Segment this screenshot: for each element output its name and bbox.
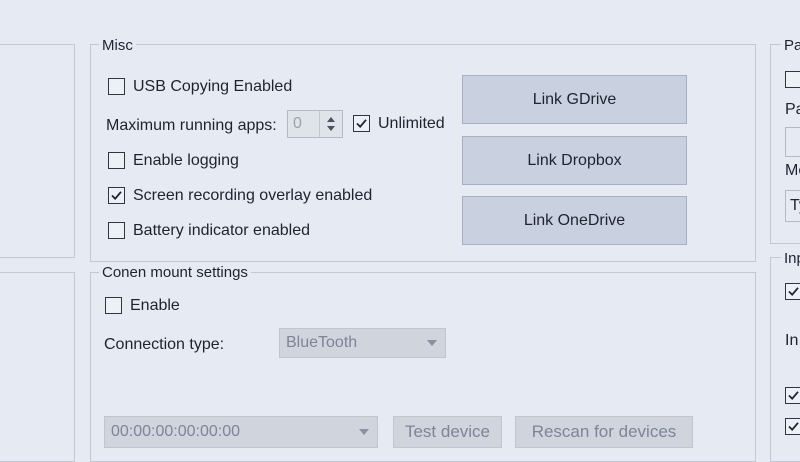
max-running-apps-label: Maximum running apps: — [106, 117, 277, 134]
spin-down-icon[interactable] — [327, 126, 335, 131]
check-icon — [356, 119, 367, 129]
device-address-select[interactable]: 00:00:00:00:00:00 — [104, 416, 378, 448]
connection-type-label: Connection type: — [104, 336, 225, 353]
conen-enable-checkbox[interactable] — [105, 297, 122, 314]
right-partial-field-text: Ty — [790, 197, 800, 214]
right-partial-checkbox-1[interactable] — [785, 71, 800, 88]
battery-indicator-checkbox[interactable] — [108, 222, 125, 239]
check-icon — [111, 191, 122, 201]
right-partial-label-2: Pa — [785, 101, 800, 118]
max-running-apps-spinbox[interactable]: 0 — [287, 110, 343, 138]
right-partial-label-4: In — [785, 332, 799, 349]
enable-logging-label: Enable logging — [133, 152, 239, 169]
battery-indicator-label: Battery indicator enabled — [133, 222, 310, 239]
right-partial-checkbox-2[interactable] — [785, 283, 800, 300]
left-group-bottom — [0, 272, 75, 462]
check-icon — [788, 422, 799, 432]
check-icon — [788, 287, 799, 297]
usb-copying-label: USB Copying Enabled — [133, 78, 293, 95]
connection-type-value: BlueTooth — [286, 334, 358, 351]
screen-overlay-label: Screen recording overlay enabled — [133, 187, 373, 204]
spin-buttons[interactable] — [319, 111, 342, 137]
check-icon — [788, 391, 799, 401]
link-dropbox-button[interactable]: Link Dropbox — [462, 136, 687, 185]
unlimited-checkbox[interactable] — [353, 115, 370, 132]
right-partial-checkbox-4[interactable] — [785, 418, 800, 435]
screen-overlay-checkbox[interactable] — [108, 187, 125, 204]
chevron-down-icon — [427, 340, 437, 346]
right-partial-field[interactable] — [785, 127, 800, 157]
misc-group-title: Misc — [99, 38, 136, 54]
link-onedrive-button[interactable]: Link OneDrive — [462, 196, 687, 245]
rescan-devices-button[interactable]: Rescan for devices — [515, 416, 693, 448]
spin-up-icon[interactable] — [327, 117, 335, 122]
conen-enable-label: Enable — [130, 297, 180, 314]
right-partial-label-3: Me — [785, 162, 800, 179]
right-partial-group-title: Inp — [781, 251, 800, 267]
connection-type-select[interactable]: BlueTooth — [279, 328, 446, 358]
device-address-value: 00:00:00:00:00:00 — [111, 423, 241, 440]
unlimited-label: Unlimited — [378, 115, 445, 132]
right-partial-label-1: Pa — [781, 38, 800, 54]
right-partial-text-field[interactable]: Ty — [785, 190, 800, 222]
test-device-button[interactable]: Test device — [393, 416, 502, 448]
left-group-top — [0, 44, 75, 258]
right-partial-checkbox-3[interactable] — [785, 387, 800, 404]
enable-logging-checkbox[interactable] — [108, 152, 125, 169]
usb-copying-checkbox[interactable] — [108, 78, 125, 95]
max-running-apps-value: 0 — [293, 115, 302, 132]
conen-group-title: Conen mount settings — [99, 265, 251, 281]
chevron-down-icon — [359, 429, 369, 435]
link-gdrive-button[interactable]: Link GDrive — [462, 75, 687, 124]
